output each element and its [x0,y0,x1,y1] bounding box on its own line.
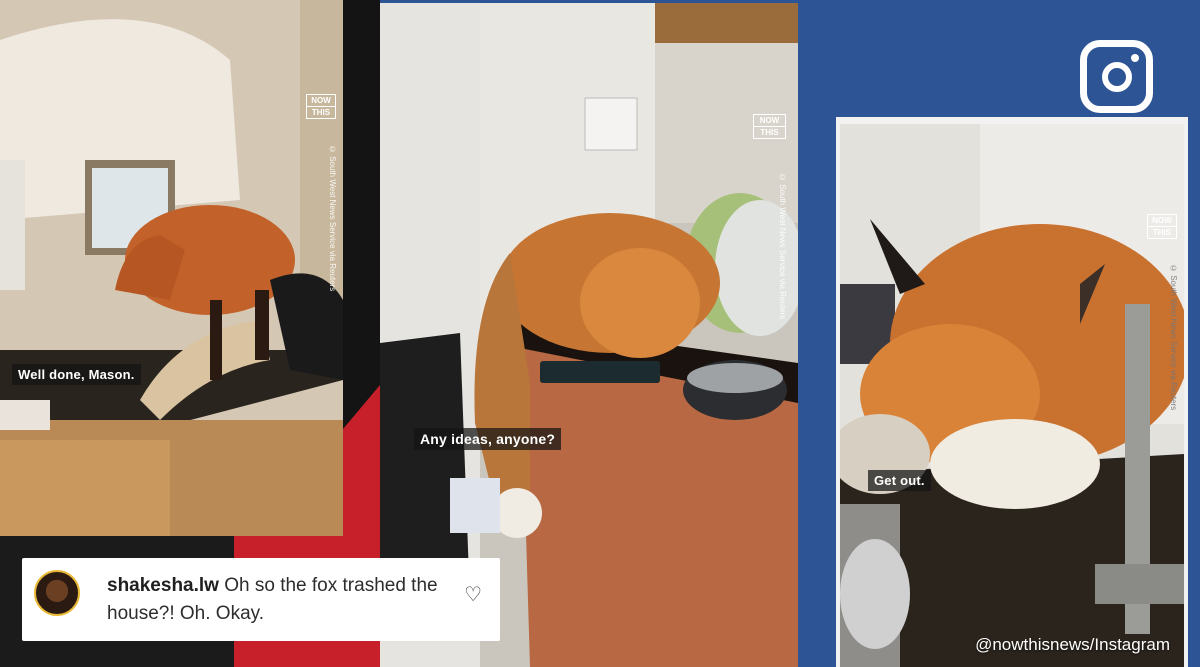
photo-credit: © South West News Service via Reuters [1169,264,1178,411]
video-caption: Any ideas, anyone? [414,428,562,450]
photo-kitchen-fox-counter [0,0,343,536]
photo-credit: © South West News Service via Reuters [328,145,337,292]
photo-panel-1: Well done, Mason. NOW THIS © South West N… [0,0,343,536]
instagram-icon [1080,40,1153,113]
video-caption: Well done, Mason. [12,364,141,385]
video-caption: Get out. [868,470,931,491]
photo-fox-close-up-sink [840,124,1184,667]
nowthis-logo: NOW THIS [753,114,786,139]
nowthis-logo: NOW THIS [306,94,336,119]
avatar[interactable] [34,570,80,616]
photo-credit: © South West News Service via Reuters [778,173,787,320]
photo-panel-3: Get out. NOW THIS © South West News Servi… [840,124,1184,667]
source-watermark: @nowthisnews/Instagram [975,635,1170,654]
comment-text: shakesha.lw Oh so the fox trashed the ho… [107,572,452,628]
heart-icon[interactable]: ♡ [464,582,482,607]
instagram-comment: shakesha.lw Oh so the fox trashed the ho… [22,558,500,641]
comment-username[interactable]: shakesha.lw [107,575,219,596]
nowthis-logo: NOW THIS [1147,214,1177,239]
